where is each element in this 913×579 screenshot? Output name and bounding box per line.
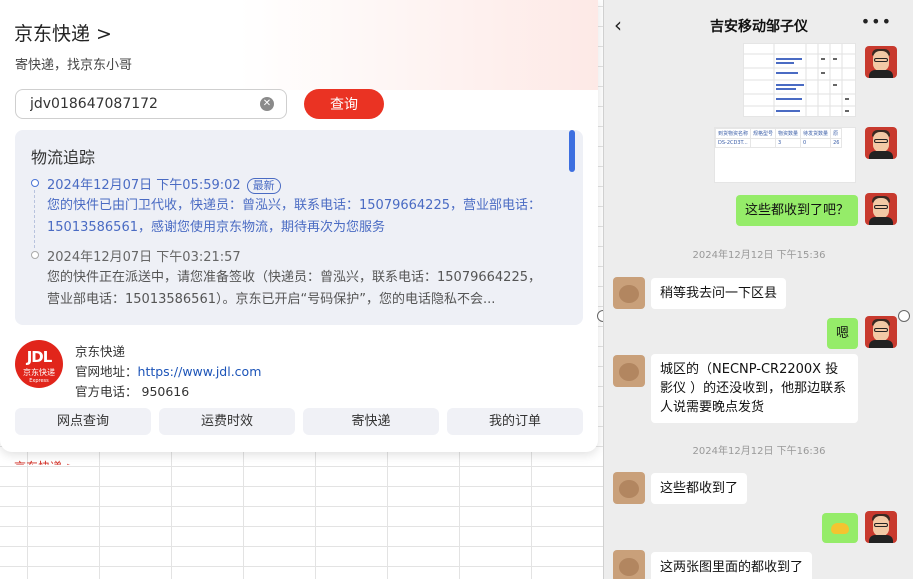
timeline-dot-icon: [31, 251, 39, 259]
my-message[interactable]: 这些都收到了吧？: [735, 195, 858, 226]
image-table-cell: 0: [800, 138, 832, 148]
contact-message[interactable]: 这些都收到了: [651, 473, 748, 504]
logo-subtext: 京东快递: [23, 368, 55, 377]
contact-message[interactable]: 这两张图里面的都收到了: [651, 552, 813, 579]
website-label: 官网地址：: [75, 364, 138, 379]
spreadsheet-thumbnail: [744, 44, 855, 116]
my-avatar[interactable]: [865, 193, 897, 225]
image-table-cell: DS-2CD3T...: [715, 138, 752, 148]
tracking-title: 物流追踪: [31, 148, 96, 167]
contact-avatar[interactable]: [613, 277, 645, 309]
image-table-cell: 规格型号: [750, 128, 777, 139]
event-time-text: 2024年12月07日 下午05:59:02: [47, 178, 241, 193]
contact-avatar[interactable]: [613, 472, 645, 504]
timestamp: 2024年12月12日 下午15:36: [692, 250, 826, 261]
phone-number: 950616: [141, 384, 190, 399]
card-subtitle: 寄快递，找京东小哥: [15, 58, 133, 73]
timeline-line: [34, 190, 35, 248]
logo-express: Express: [29, 378, 49, 384]
timeline-dot-icon: [31, 179, 39, 187]
scrollbar[interactable]: [569, 130, 575, 172]
image-table-cell: 原: [830, 128, 843, 139]
event-description: 您的快件已由门卫代收，快递员：曾泓兴，联系电话：15079664225，营业部电…: [47, 198, 541, 235]
image-table-cell: 到货物资名称: [715, 128, 752, 139]
image-message[interactable]: 到货物资名称 规格型号 物资数量 待发货数量 原 DS-2CD3T... 3 0…: [714, 127, 856, 183]
image-table-cell: 物资数量: [775, 128, 802, 139]
my-orders-button[interactable]: 我的订单: [447, 408, 583, 435]
image-table-cell: [750, 138, 777, 148]
contact-message[interactable]: 城区的（NECNP-CR2200X 投影仪 ）的还没收到，他那边联系人说需要晚点…: [651, 354, 858, 423]
image-message[interactable]: [743, 43, 856, 117]
timestamp: 2024年12月12日 下午16:36: [692, 446, 826, 457]
contact-avatar[interactable]: [613, 550, 645, 579]
image-table-cell: 26: [830, 138, 843, 148]
event-time: 2024年12月07日 下午03:21:57: [47, 250, 241, 265]
my-avatar[interactable]: [865, 316, 897, 348]
phone-label: 官方电话：: [75, 384, 138, 399]
event-time: 2024年12月07日 下午05:59:02 最新: [47, 174, 281, 194]
my-avatar[interactable]: [865, 511, 897, 543]
my-message[interactable]: 嗯: [826, 318, 858, 349]
event-description: 您的快件正在派送中，请您准备签收（快递员：曾泓兴，联系电话：1507966422…: [47, 270, 541, 307]
tracking-number-box: ✕: [15, 89, 287, 119]
tracking-panel: 物流追踪 2024年12月07日 下午05:59:02 最新 您的快件已由门卫代收…: [15, 130, 583, 325]
outlet-query-button[interactable]: 网点查询: [15, 408, 151, 435]
chat-panel: ‹ 吉安移动邹子仪 ••• 到货物资名称 规格型号 物资数量 待发货数量 原 D…: [603, 0, 913, 579]
tracking-number-input[interactable]: [30, 96, 255, 112]
my-message[interactable]: [822, 513, 858, 543]
phone-line: 官方电话： 950616: [75, 381, 189, 400]
query-button[interactable]: 查询: [304, 89, 384, 119]
image-table-cell: 待发货数量: [800, 128, 832, 139]
website-link[interactable]: https://www.jdl.com: [138, 364, 262, 379]
contact-avatar[interactable]: [613, 355, 645, 387]
latest-badge: 最新: [246, 178, 281, 194]
more-icon[interactable]: •••: [861, 12, 892, 31]
shipping-fee-button[interactable]: 运费时效: [159, 408, 295, 435]
jd-express-card: 京东快递 > 寄快递，找京东小哥 ✕ 查询 物流追踪 2024年12月07日 下…: [0, 0, 598, 452]
contact-message[interactable]: 稍等我去问一下区县: [651, 278, 787, 309]
my-avatar[interactable]: [865, 127, 897, 159]
grin-emoji-icon: [831, 523, 849, 534]
image-table: 到货物资名称 规格型号 物资数量 待发货数量 原 DS-2CD3T... 3 0…: [715, 128, 843, 148]
send-express-button[interactable]: 寄快递: [303, 408, 439, 435]
my-avatar[interactable]: [865, 46, 897, 78]
selection-handle-right[interactable]: [898, 310, 910, 322]
company-name: 京东快递: [75, 344, 126, 359]
logo-text: JDL: [26, 348, 53, 366]
card-title[interactable]: 京东快递 >: [14, 22, 112, 46]
jdl-logo: JDL 京东快递 Express: [15, 340, 63, 388]
image-table-cell: 3: [775, 138, 802, 148]
website-line: 官网地址：https://www.jdl.com: [75, 361, 261, 380]
clear-icon[interactable]: ✕: [260, 97, 274, 111]
